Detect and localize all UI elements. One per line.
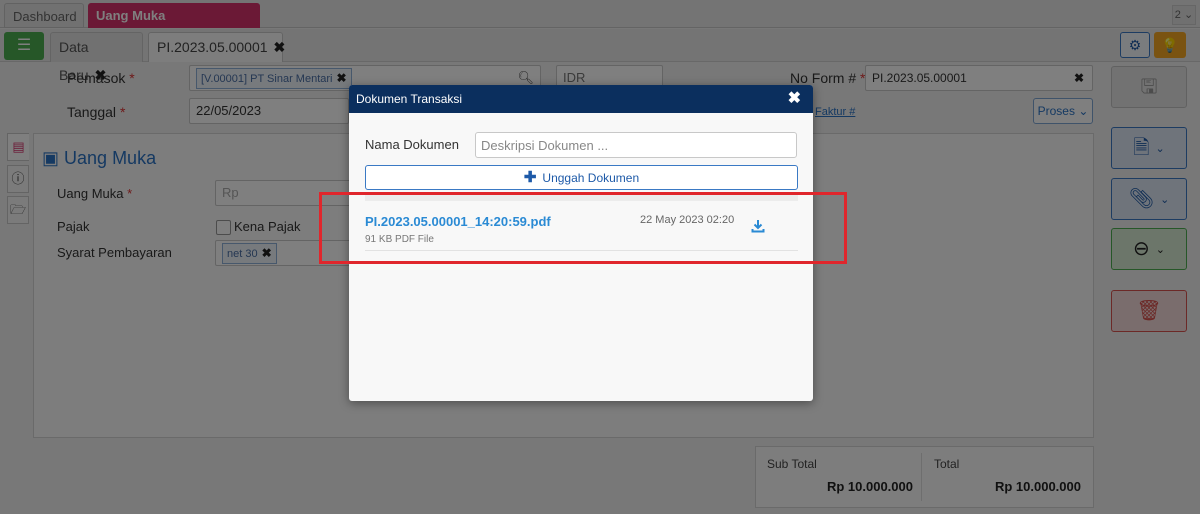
plus-icon: ✚ xyxy=(523,169,537,186)
highlight-box xyxy=(319,192,847,264)
upload-label: Unggah Dokumen xyxy=(542,171,640,185)
close-icon[interactable]: ✖ xyxy=(788,85,801,113)
nama-dokumen-label: Nama Dokumen xyxy=(365,137,459,152)
modal-title: Dokumen Transaksi xyxy=(356,92,463,106)
upload-document-button[interactable]: ✚ Unggah Dokumen xyxy=(365,165,798,190)
nama-dokumen-input[interactable] xyxy=(475,132,797,158)
modal-header: Dokumen Transaksi ✖ xyxy=(349,85,813,113)
